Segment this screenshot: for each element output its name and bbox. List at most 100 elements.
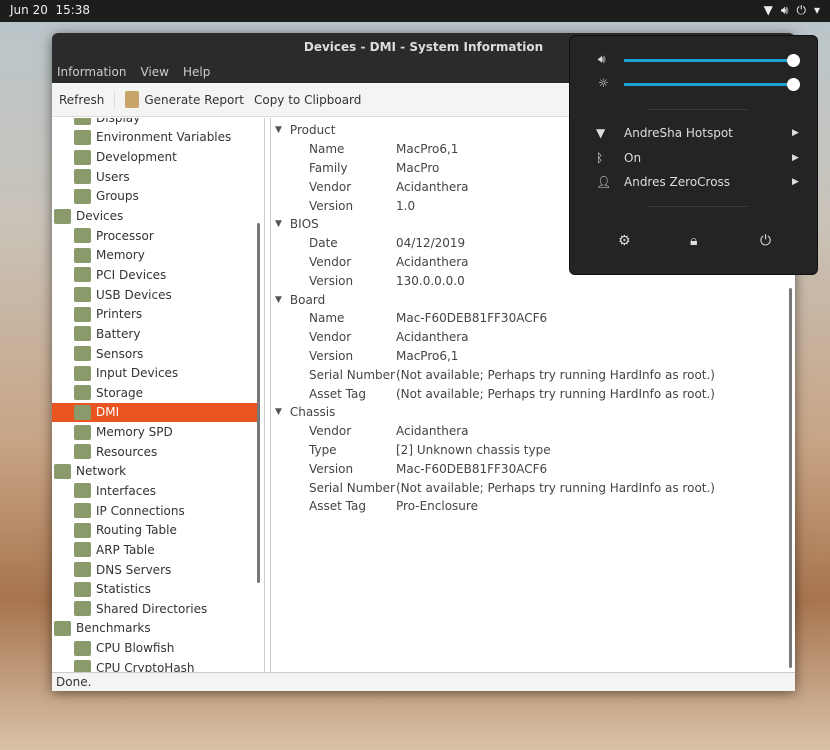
item-icon — [74, 483, 91, 499]
sidebar-item[interactable]: Display — [52, 118, 257, 128]
sidebar-item-label: Battery — [96, 326, 141, 341]
lock-button[interactable]: 🔒︎ — [690, 233, 697, 249]
sidebar-item[interactable]: DMI — [52, 402, 257, 423]
expander-icon[interactable]: ▼ — [275, 295, 282, 305]
sidebar-item-label: ARP Table — [96, 542, 155, 557]
sidebar-item[interactable]: Users — [52, 167, 257, 187]
detail-row: Version Mac-F60DEB81FF30ACF6 — [271, 459, 795, 478]
arrow-right-icon: ▶ — [792, 128, 799, 138]
sidebar-item[interactable]: IP Connections — [52, 501, 257, 521]
sidebar-scrollbar[interactable] — [257, 223, 260, 583]
sidebar-item[interactable]: USB Devices — [52, 285, 257, 305]
sidebar-item[interactable]: Statistics — [52, 579, 257, 599]
bluetooth-item[interactable]: ᛒ On ▶ — [596, 151, 799, 165]
generate-report-button[interactable]: Generate Report — [125, 91, 244, 108]
field-key: Family — [309, 160, 348, 175]
sidebar-item-label: Groups — [96, 189, 139, 204]
sidebar-item[interactable]: PCI Devices — [52, 265, 257, 285]
bluetooth-label: On — [624, 151, 642, 165]
item-icon — [54, 620, 71, 636]
clipboard-icon — [125, 91, 140, 108]
expander-icon[interactable]: ▼ — [275, 125, 282, 135]
menu-help[interactable]: Help — [183, 62, 210, 83]
detail-row: Version MacPro6,1 — [271, 347, 795, 366]
volume-slider[interactable] — [624, 59, 794, 62]
refresh-button[interactable]: Refresh — [59, 93, 104, 107]
copy-clipboard-button[interactable]: Copy to Clipboard — [254, 93, 361, 107]
brightness-slider-knob[interactable] — [787, 78, 800, 91]
sidebar-item[interactable]: Shared Directories — [52, 599, 257, 619]
detail-scrollbar[interactable] — [789, 288, 792, 668]
clock[interactable]: Jun 20 15:38 — [10, 3, 90, 17]
sidebar-item[interactable]: CPU Blowfish — [52, 638, 257, 658]
user-item[interactable]: 👤︎ Andres ZeroCross ▶ — [596, 175, 799, 189]
sidebar-item[interactable]: Groups — [52, 187, 257, 207]
user-label: Andres ZeroCross — [624, 175, 731, 189]
expander-icon[interactable]: ▼ — [275, 219, 282, 229]
sidebar-item-label: Benchmarks — [76, 621, 151, 636]
power-icon: ⏻ — [796, 3, 806, 17]
sidebar-item[interactable]: Interfaces — [52, 481, 257, 501]
status-bar: Done. — [52, 672, 795, 691]
sidebar-item[interactable]: Memory — [52, 245, 257, 265]
item-icon — [74, 424, 91, 440]
sidebar-category[interactable]: Devices — [52, 206, 257, 226]
section-header[interactable]: ▼ Chassis — [271, 403, 795, 422]
power-off-button[interactable]: ⏻ — [760, 233, 771, 249]
expander-icon[interactable]: ▼ — [275, 407, 282, 417]
item-icon — [74, 228, 91, 244]
sidebar-item[interactable]: Processor — [52, 226, 257, 246]
section-header[interactable]: ▼ Board — [271, 290, 795, 309]
chevron-down-icon: ▾ — [813, 3, 820, 17]
time: 15:38 — [55, 3, 91, 17]
field-key: Vendor — [309, 330, 352, 345]
sidebar-item[interactable]: Printers — [52, 304, 257, 324]
system-tray[interactable]: ▼ 🔊︎ ⏻ ▾ — [764, 3, 820, 18]
field-key: Serial Number — [309, 480, 395, 495]
menu-view[interactable]: View — [140, 62, 168, 83]
sidebar-item-label: Input Devices — [96, 366, 179, 381]
sidebar-item[interactable]: Resources — [52, 442, 257, 462]
field-value: Mac-F60DEB81FF30ACF6 — [396, 311, 548, 326]
settings-button[interactable]: ⚙ — [618, 233, 631, 249]
sidebar-item[interactable]: Input Devices — [52, 363, 257, 383]
sidebar-item[interactable]: ARP Table — [52, 540, 257, 560]
generate-report-label: Generate Report — [144, 92, 244, 107]
sidebar-item[interactable]: Memory SPD — [52, 422, 257, 442]
field-key: Date — [309, 236, 338, 251]
date: Jun 20 — [10, 3, 48, 17]
brightness-slider[interactable] — [624, 83, 794, 86]
field-key: Vendor — [309, 254, 352, 269]
volume-slider-knob[interactable] — [787, 54, 800, 67]
section-title: Product — [289, 123, 336, 138]
item-icon — [74, 404, 91, 420]
sidebar-item-label: IP Connections — [96, 503, 185, 518]
item-icon — [74, 444, 91, 460]
sidebar-category[interactable]: Benchmarks — [52, 619, 257, 639]
sidebar-item-label: Resources — [96, 444, 158, 459]
field-key: Name — [309, 142, 345, 157]
arrow-right-icon: ▶ — [792, 177, 799, 187]
sidebar-item[interactable]: CPU CryptoHash — [52, 658, 257, 673]
sidebar-item-label: DMI — [96, 405, 120, 420]
sidebar-item-label: Network — [76, 464, 127, 479]
item-icon — [74, 365, 91, 381]
sidebar-item[interactable]: Development — [52, 147, 257, 167]
section-title: Chassis — [289, 405, 336, 420]
sidebar-item[interactable]: Sensors — [52, 344, 257, 364]
sidebar-item[interactable]: DNS Servers — [52, 560, 257, 580]
item-icon — [74, 169, 91, 185]
menu-information[interactable]: Information — [57, 62, 126, 83]
sidebar-item[interactable]: Battery — [52, 324, 257, 344]
sidebar-category[interactable]: Network — [52, 462, 257, 482]
wifi-label: AndreSha Hotspot — [624, 126, 733, 140]
sidebar-item[interactable]: Environment Variables — [52, 128, 257, 148]
sidebar-item[interactable]: Storage — [52, 383, 257, 403]
sidebar-item[interactable]: Routing Table — [52, 520, 257, 540]
item-icon — [74, 385, 91, 401]
field-value: MacPro6,1 — [396, 142, 459, 157]
sidebar-item-label: Users — [96, 169, 130, 184]
item-icon — [54, 208, 71, 224]
item-icon — [74, 601, 91, 617]
wifi-item[interactable]: ▼ AndreSha Hotspot ▶ — [596, 126, 799, 140]
